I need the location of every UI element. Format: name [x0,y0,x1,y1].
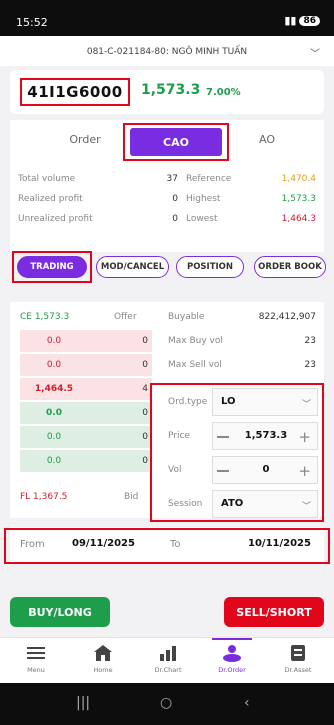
max-buy-row: Max Buy vol 23 [160,332,324,352]
ask-price: 0.0 [46,360,62,370]
highest-value: 1,573.3 [281,194,316,204]
nav-menu[interactable]: Menu [8,642,64,674]
max-buy-label: Max Buy vol [168,336,223,346]
nav-dr-asset[interactable]: Dr.Asset [270,642,326,674]
bid-price: 0.0 [46,408,62,418]
symbol-code[interactable]: 41I1G6000 [20,78,130,106]
stats-row: Unrealized profit 0 Lowest 1,464.3 [10,214,324,232]
total-volume-value: 37 [166,174,178,184]
status-bar: 15:52 ▮▮ 86 [0,0,334,36]
ask-qty: 0 [142,360,148,370]
nav-label: Home [93,666,113,674]
nav-label: Dr.Asset [284,666,312,674]
bid-header: Bid [124,492,139,502]
account-label: 081-C-021184-80: NGÔ MINH TUẤN [86,47,248,57]
status-icons: ▮▮ 86 [284,14,320,27]
buyable-value: 822,412,907 [258,312,316,322]
highlight-frame: CAO [123,123,229,161]
realized-profit-value: 0 [172,194,178,204]
order-icon [204,642,260,664]
ask-row[interactable]: 0.0 0 [20,330,152,352]
bid-row[interactable]: 0.0 0 [20,426,152,448]
max-sell-value: 23 [304,360,316,370]
buyable-label: Buyable [168,312,205,322]
status-time: 15:52 [16,16,48,29]
reference-value: 1,470.4 [281,174,316,184]
ask-price: 0.0 [46,336,62,346]
bid-row[interactable]: 0.0 0 [20,450,152,472]
highlight-frame [4,528,330,564]
ask-row[interactable]: 0.0 0 [20,354,152,376]
signal-icon: ▮▮ [284,14,297,27]
total-volume-label: Total volume [18,174,76,184]
max-sell-label: Max Sell vol [168,360,222,370]
unrealized-profit-label: Unrealized profit [18,214,93,224]
nav-home[interactable]: Home [75,642,131,674]
nav-label: Dr.Chart [154,666,182,674]
bid-row[interactable]: 0.0 0 [20,402,152,424]
ask-row[interactable]: 1,464.5 4 [20,378,152,400]
tab-trading[interactable]: TRADING [17,256,87,278]
bid-qty: 0 [142,432,148,442]
bid-price: 0.0 [46,456,62,466]
bid-price: 0.0 [46,432,62,442]
market-stats: Total volume 37 Reference 1,470.4 Realiz… [10,168,324,252]
menu-icon [8,642,64,664]
lowest-value: 1,464.3 [281,214,316,224]
tab-order-book[interactable]: ORDER BOOK [254,256,326,278]
stats-row: Total volume 37 Reference 1,470.4 [10,174,324,192]
home-icon [75,642,131,664]
bottom-nav: Menu Home Dr.Chart Dr.Order Dr.Asset [0,637,334,683]
home-button-icon[interactable]: ○ [160,695,172,711]
chart-icon [140,642,196,664]
back-icon[interactable]: ‹ [244,695,250,711]
max-buy-value: 23 [304,336,316,346]
highest-label: Highest [186,194,221,204]
asset-icon [270,642,326,664]
lowest-label: Lowest [186,214,218,224]
ask-qty: 4 [142,384,148,394]
ceiling-price: CE 1,573.3 [20,312,70,322]
sell-short-button[interactable]: SELL/SHORT [224,597,324,627]
stats-row: Realized profit 0 Highest 1,573.3 [10,194,324,212]
nav-label: Menu [27,666,45,674]
ask-qty: 0 [142,336,148,346]
active-indicator [212,638,252,640]
bid-qty: 0 [142,408,148,418]
order-type-tabs: Order CAO AO [10,120,324,168]
tab-position[interactable]: POSITION [176,256,244,278]
reference-label: Reference [186,174,232,184]
buyable-row: Buyable 822,412,907 [160,308,324,328]
tab-ao[interactable]: AO [232,133,302,146]
nav-dr-order[interactable]: Dr.Order [204,642,260,674]
nav-label: Dr.Order [218,666,246,674]
tab-cao[interactable]: CAO [130,128,222,156]
bid-qty: 0 [142,456,148,466]
battery-icon: 86 [299,15,320,26]
realized-profit-label: Realized profit [18,194,83,204]
symbol-change-pct: 7.00% [206,87,241,98]
floor-price: FL 1,367.5 [20,492,68,502]
system-nav: ||| ○ ‹ [0,683,334,725]
tab-order[interactable]: Order [50,133,120,146]
offer-header: Offer [114,312,137,322]
highlight-frame [150,383,324,522]
symbol-row: 41I1G6000 1,573.3 7.00% [10,70,324,114]
symbol-price: 1,573.3 [141,82,201,98]
ask-price: 1,464.5 [34,384,74,394]
unrealized-profit-value: 0 [172,214,178,224]
chevron-down-icon: ﹀ [310,49,320,60]
recent-apps-icon[interactable]: ||| [76,695,90,711]
max-sell-row: Max Sell vol 23 [160,356,324,376]
tab-mod-cancel[interactable]: MOD/CANCEL [96,256,169,278]
account-selector[interactable]: 081-C-021184-80: NGÔ MINH TUẤN ﹀ [0,36,334,66]
nav-dr-chart[interactable]: Dr.Chart [140,642,196,674]
buy-long-button[interactable]: BUY/LONG [10,597,110,627]
